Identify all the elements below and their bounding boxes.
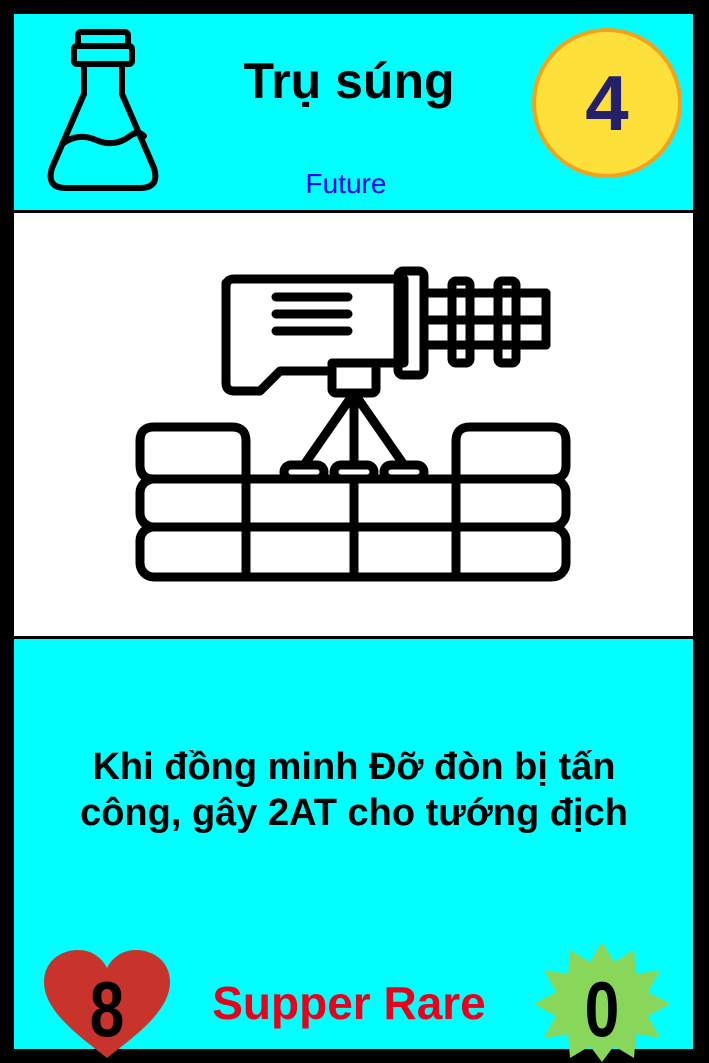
- attack-value: 0: [584, 965, 620, 1053]
- attack-stat: 0: [534, 942, 670, 1062]
- rarity-label: Supper Rare: [212, 977, 486, 1029]
- cost-badge: 4: [532, 28, 682, 178]
- card-description: Khi đồng minh Đỡ đòn bị tấn công, gây 2A…: [34, 744, 674, 836]
- turret-on-wall-icon: [135, 266, 571, 582]
- description-line-1: Khi đồng minh Đỡ đòn bị tấn: [92, 746, 616, 788]
- card-title: Trụ súng: [243, 53, 455, 109]
- cost-value: 4: [585, 58, 629, 147]
- card-art: [14, 213, 693, 636]
- health-value: 8: [89, 965, 125, 1053]
- health-stat: 8: [42, 950, 172, 1060]
- card-header: Trụ súng Future 4: [14, 14, 693, 210]
- card[interactable]: Trụ súng Future 4 Khi đồng minh Đỡ đòn b…: [14, 14, 693, 1062]
- card-faction: Future: [305, 168, 387, 199]
- art-divider: [14, 636, 693, 639]
- description-line-2: công, gây 2AT cho tướng địch: [80, 792, 628, 834]
